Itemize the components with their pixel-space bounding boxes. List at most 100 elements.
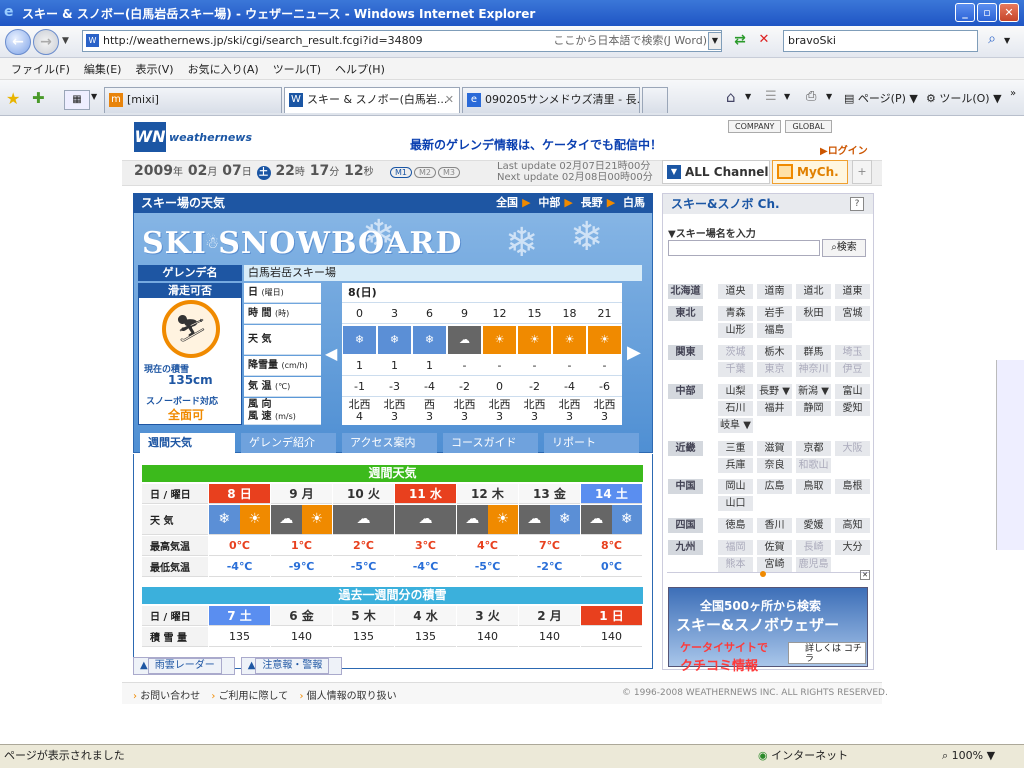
prefecture-link[interactable]: 長野 ▼ [757,384,792,399]
menu-edit[interactable]: 編集(E) [77,61,129,77]
prefecture-link[interactable]: 道南 [757,284,792,299]
mode-m1[interactable]: M1 [390,167,412,178]
privacy-link[interactable]: 個人情報の取り扱い [299,691,396,702]
prefecture-link[interactable]: 道北 [796,284,831,299]
prefecture-link[interactable]: 伊豆 [835,362,870,377]
language-bar[interactable] [996,360,1024,550]
tab-course-guide[interactable]: コースガイド [443,433,538,453]
tab-weathernews[interactable]: W スキー & スノボー(白馬岩... ✕ [284,87,460,113]
search-icon[interactable]: ⌕ [982,31,1002,53]
prefecture-link[interactable]: 鹿児島 [796,557,831,572]
maximize-button[interactable]: ▫ [977,3,997,22]
all-channel-button[interactable]: ALL Channel [662,160,770,184]
address-dropdown-icon[interactable]: ▼ [708,32,722,50]
prefecture-link[interactable]: 長崎 [796,540,831,555]
ski-name-input[interactable] [668,240,820,256]
home-icon[interactable]: ⌂ [726,88,736,106]
prefecture-link[interactable]: 山梨 [718,384,753,399]
print-icon[interactable]: ⎙ [806,89,816,104]
feeds-dropdown-icon[interactable]: ▼ [784,92,790,101]
tab-list-dropdown-icon[interactable]: ▼ [91,92,97,101]
prefecture-link[interactable]: 山形 [718,323,753,338]
prefecture-link[interactable]: 山口 [718,496,753,511]
prefecture-link[interactable]: 福岡 [718,540,753,555]
menu-tools[interactable]: ツール(T) [266,61,328,77]
prefecture-link[interactable]: 青森 [718,306,753,321]
prefecture-link[interactable]: 埼玉 [835,345,870,360]
region-1[interactable]: 東北 [668,306,703,321]
zoom-control[interactable]: ⌕ 100% ▼ [942,745,995,767]
breadcrumb-chubu[interactable]: 中部 [538,196,560,209]
mode-m3[interactable]: M3 [438,167,460,178]
close-tab-icon[interactable]: ✕ [445,88,454,112]
print-dropdown-icon[interactable]: ▼ [826,92,832,101]
menu-help[interactable]: ヘルプ(H) [328,61,392,77]
tab-access[interactable]: アクセス案内 [342,433,437,453]
region-2[interactable]: 関東 [668,345,703,360]
quick-tabs-icon[interactable]: ▦ [64,90,90,110]
prefecture-link[interactable]: 千葉 [718,362,753,377]
prefecture-link[interactable]: 富山 [835,384,870,399]
tools-menu[interactable]: ⚙ ツール(O) ▼ [926,90,1002,106]
region-0[interactable]: 北海道 [668,284,703,299]
region-6[interactable]: 四国 [668,518,703,533]
prefecture-link[interactable]: 愛媛 [796,518,831,533]
prefecture-link[interactable]: 岩手 [757,306,792,321]
breadcrumb-hakuba[interactable]: 白馬 [623,196,645,209]
breadcrumb-nagano[interactable]: 長野 [581,196,603,209]
refresh-icon[interactable]: ⇄ [730,32,750,50]
prefecture-link[interactable]: 静岡 [796,401,831,416]
prefecture-link[interactable]: 群馬 [796,345,831,360]
prefecture-link[interactable]: 道東 [835,284,870,299]
prefecture-link[interactable]: 兵庫 [718,458,753,473]
help-icon[interactable]: ? [850,197,864,211]
prefecture-link[interactable]: 栃木 [757,345,792,360]
prefecture-link[interactable]: 京都 [796,441,831,456]
tab-report[interactable]: リポート [544,433,639,453]
breadcrumb-national[interactable]: 全国 [496,196,518,209]
prefecture-link[interactable]: 宮崎 [757,557,792,572]
mobile-promo[interactable]: 最新のゲレンデ情報は、ケータイでも配信中！ [410,136,662,153]
company-link[interactable]: COMPANY [728,120,782,133]
tab-sunmeadows[interactable]: e 090205サンメドウズ清里 - 長... [462,87,640,113]
tab-mixi[interactable]: m [mixi] [104,87,282,113]
prefecture-link[interactable]: 愛知 [835,401,870,416]
next-hours-arrow-icon[interactable]: ▶ [627,342,641,363]
tab-weekly-weather[interactable]: 週間天気 [140,433,235,453]
prefecture-link[interactable]: 福井 [757,401,792,416]
prefecture-link[interactable]: 神奈川 [796,362,831,377]
banner-cta-button[interactable]: 詳しくは コチラ [788,642,866,664]
prev-hours-arrow-icon[interactable]: ◀ [325,344,337,363]
prefecture-link[interactable]: 茨城 [718,345,753,360]
menu-file[interactable]: ファイル(F) [4,61,77,77]
terms-link[interactable]: ご利用に際して [211,691,288,702]
region-5[interactable]: 中国 [668,479,703,494]
prefecture-link[interactable]: 岡山 [718,479,753,494]
region-4[interactable]: 近畿 [668,441,703,456]
prefecture-link[interactable]: 大阪 [835,441,870,456]
forward-button[interactable]: → [33,29,59,55]
prefecture-link[interactable]: 東京 [757,362,792,377]
add-favorite-icon[interactable]: ✚ [32,89,45,107]
prefecture-link[interactable]: 岐阜 ▼ [718,418,753,433]
prefecture-link[interactable]: 三重 [718,441,753,456]
close-window-button[interactable]: ✕ [999,3,1019,22]
prefecture-link[interactable]: 石川 [718,401,753,416]
search-options-icon[interactable]: ▼ [1004,36,1010,45]
feeds-icon[interactable]: ☰ [765,89,777,104]
mode-m2[interactable]: M2 [414,167,436,178]
contact-link[interactable]: お問い合わせ [133,691,200,702]
prefecture-link[interactable]: 高知 [835,518,870,533]
site-logo[interactable]: WN weathernews [134,122,254,152]
prefecture-link[interactable]: 滋賀 [757,441,792,456]
login-link[interactable]: ▶ログイン [820,142,868,157]
page-menu[interactable]: ▤ ページ(P) ▼ [844,90,918,106]
tab-ground-intro[interactable]: ゲレンデ紹介 [241,433,336,453]
menu-favorites[interactable]: お気に入り(A) [181,61,266,77]
ski-search-button[interactable]: ⌕検索 [822,239,866,257]
mych-button[interactable]: MyCh. [772,160,848,184]
prefecture-link[interactable]: 道央 [718,284,753,299]
search-input[interactable]: bravoSki [783,30,978,52]
add-channel-button[interactable]: + [852,160,872,184]
back-button[interactable]: ← [5,29,31,55]
